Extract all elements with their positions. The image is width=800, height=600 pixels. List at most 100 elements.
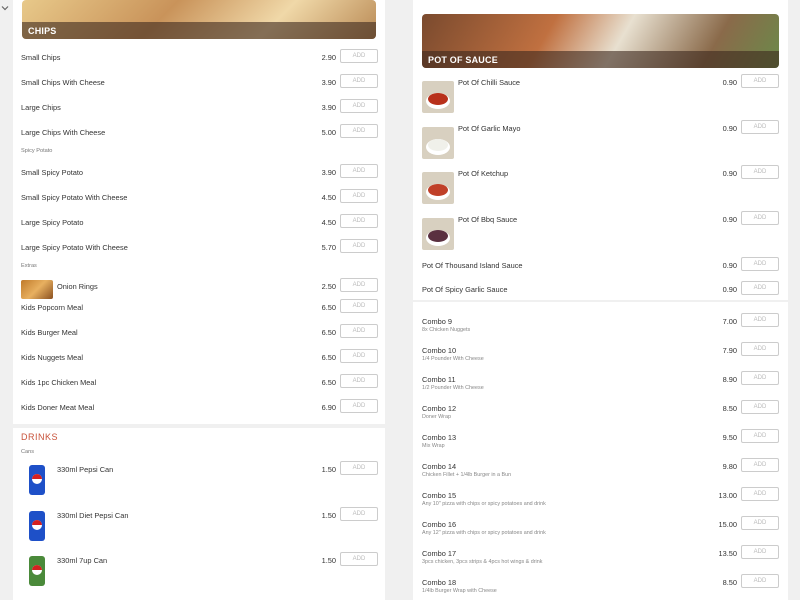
combo-description: 8x Chicken Nuggets (422, 327, 471, 333)
item-add-button[interactable]: ADD (340, 164, 378, 178)
drinks-section-title: DRINKS (21, 432, 59, 442)
combo-add-button[interactable]: ADD (741, 313, 779, 327)
drink-price: 1.50 (321, 556, 336, 565)
combo-add-button[interactable]: ADD (741, 545, 779, 559)
item-add-button[interactable]: ADD (340, 278, 378, 292)
item-add-button[interactable]: ADD (340, 239, 378, 253)
combo-description: 3pcs chicken, 3pcs strips & 4pcs hot win… (422, 559, 543, 565)
combo-name: Combo 15 (422, 491, 457, 500)
combo-price: 9.80 (722, 462, 737, 471)
sauce-price: 0.90 (722, 285, 737, 294)
item-add-button[interactable]: ADD (340, 49, 378, 63)
item-name: Kids 1pc Chicken Meal (21, 378, 97, 387)
item-name: Kids Burger Meal (21, 328, 78, 337)
combo-price: 13.00 (718, 491, 738, 500)
sauce-add-button[interactable]: ADD (741, 281, 779, 295)
drink-add-button[interactable]: ADD (340, 507, 378, 521)
item-name: Small Spicy Potato (21, 168, 84, 177)
combo-add-button[interactable]: ADD (741, 429, 779, 443)
item-price: 6.50 (321, 328, 336, 337)
sauce-thumbnail (422, 81, 454, 113)
cans-section-label: Cans (21, 449, 35, 455)
combo-description: Doner Wrap (422, 414, 451, 420)
combo-add-button[interactable]: ADD (741, 400, 779, 414)
right-menu-card: POT OF SAUCE (413, 0, 788, 300)
item-name: Large Spicy Potato (21, 218, 84, 227)
onion-rings-thumbnail (21, 280, 53, 299)
drink-add-button[interactable]: ADD (340, 461, 378, 475)
combo-name: Combo 9 (422, 317, 452, 326)
combo-name: Combo 12 (422, 404, 457, 413)
item-add-button[interactable]: ADD (340, 349, 378, 363)
item-name: Kids Doner Meat Meal (21, 403, 95, 412)
item-add-button[interactable]: ADD (340, 74, 378, 88)
item-add-button[interactable]: ADD (340, 399, 378, 413)
chips-banner-label: CHIPS (22, 22, 376, 39)
item-add-button[interactable]: ADD (340, 99, 378, 113)
item-price: 2.50 (321, 282, 336, 291)
7up-can-thumbnail (21, 554, 53, 588)
drink-name: 330ml Pepsi Can (57, 465, 114, 474)
item-price: 3.90 (321, 103, 336, 112)
sauce-thumbnail (422, 127, 454, 159)
sauce-name: Pot Of Ketchup (458, 169, 509, 178)
combo-name: Combo 18 (422, 578, 457, 587)
combo-price: 7.00 (722, 317, 737, 326)
item-name: Kids Nuggets Meal (21, 353, 84, 362)
item-name: Large Chips (21, 103, 61, 112)
sauce-price: 0.90 (722, 169, 737, 178)
pepsi-can-thumbnail (21, 463, 53, 497)
item-name: Large Chips With Cheese (21, 128, 106, 137)
item-add-button[interactable]: ADD (340, 214, 378, 228)
combo-description: 1/2 Pounder With Cheese (422, 385, 484, 391)
combo-price: 8.90 (722, 375, 737, 384)
combo-add-button[interactable]: ADD (741, 516, 779, 530)
item-add-button[interactable]: ADD (340, 189, 378, 203)
extras-section-label: Extras (21, 263, 37, 269)
combo-name: Combo 10 (422, 346, 457, 355)
item-name: Small Chips (21, 53, 61, 62)
sauce-thumbnail (422, 218, 454, 250)
item-name: Small Spicy Potato With Cheese (21, 193, 128, 202)
combo-add-button[interactable]: ADD (741, 342, 779, 356)
combo-add-button[interactable]: ADD (741, 458, 779, 472)
item-price: 5.70 (321, 243, 336, 252)
pepsi-can-thumbnail (21, 509, 53, 543)
combo-add-button[interactable]: ADD (741, 487, 779, 501)
sauce-price: 0.90 (722, 215, 737, 224)
combo-add-button[interactable]: ADD (741, 371, 779, 385)
combo-name: Combo 11 (422, 375, 456, 384)
sauce-price: 0.90 (722, 78, 737, 87)
sauce-add-button[interactable]: ADD (741, 211, 779, 225)
drink-add-button[interactable]: ADD (340, 552, 378, 566)
sauce-add-button[interactable]: ADD (741, 165, 779, 179)
combo-description: Any 12" pizza with chips or spicy potato… (422, 530, 546, 536)
item-add-button[interactable]: ADD (340, 324, 378, 338)
combo-price: 8.50 (722, 578, 737, 587)
sauce-name: Pot Of Thousand Island Sauce (422, 261, 523, 270)
item-add-button[interactable]: ADD (340, 374, 378, 388)
combo-name: Combo 14 (422, 462, 457, 471)
sauce-add-button[interactable]: ADD (741, 120, 779, 134)
item-price: 6.50 (321, 378, 336, 387)
sauce-name: Pot Of Bbq Sauce (458, 215, 518, 224)
sauce-price: 0.90 (722, 124, 737, 133)
combo-description: Any 10" pizza with chips or spicy potato… (422, 501, 546, 507)
item-price: 4.50 (321, 218, 336, 227)
combo-add-button[interactable]: ADD (741, 574, 779, 588)
sauce-thumbnail (422, 172, 454, 204)
sauce-add-button[interactable]: ADD (741, 257, 779, 271)
item-name: Kids Popcorn Meal (21, 303, 84, 312)
combo-price: 9.50 (722, 433, 737, 442)
combo-description: Mix Wrap (422, 443, 445, 449)
item-price: 2.90 (321, 53, 336, 62)
item-price: 3.90 (321, 78, 336, 87)
drink-price: 1.50 (321, 465, 336, 474)
chevron-down-icon[interactable] (0, 0, 10, 11)
item-add-button[interactable]: ADD (340, 124, 378, 138)
sauce-add-button[interactable]: ADD (741, 74, 779, 88)
item-add-button[interactable]: ADD (340, 299, 378, 313)
chips-banner: CHIPS (22, 0, 376, 39)
combo-description: 1/4lb Burger Wrap with Cheese (422, 588, 497, 594)
item-price: 6.50 (321, 303, 336, 312)
